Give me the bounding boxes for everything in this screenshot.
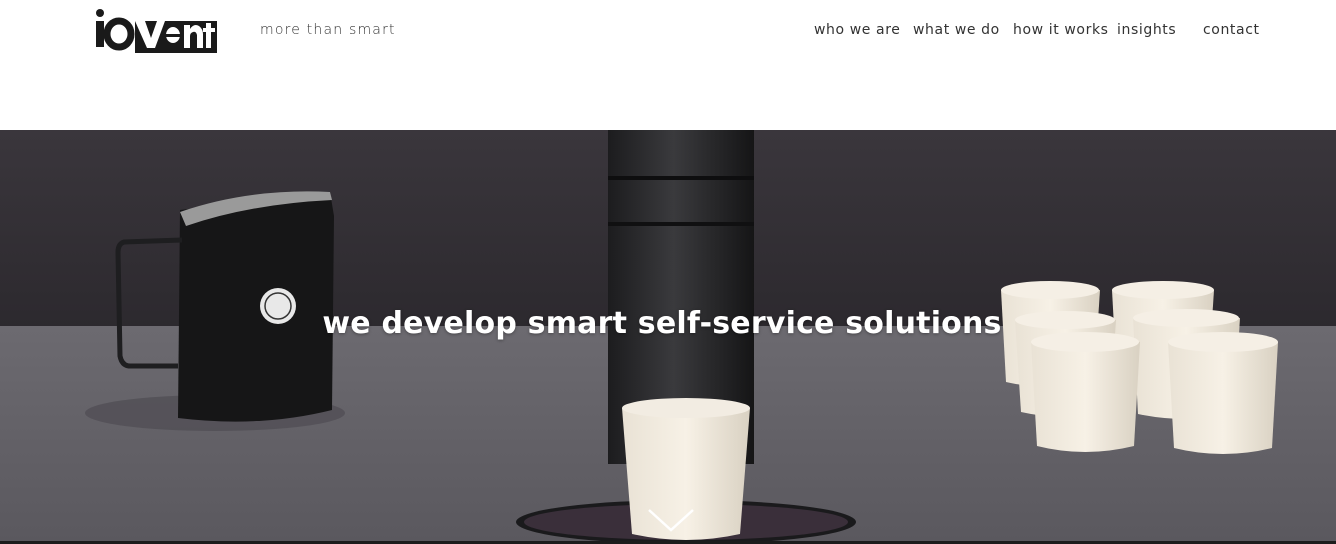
scroll-down-button[interactable] bbox=[646, 506, 696, 534]
nav-what-we-do[interactable]: what we do bbox=[913, 22, 1000, 38]
nav-insights[interactable]: insights bbox=[1117, 22, 1176, 38]
nav-how-it-works[interactable]: how it works bbox=[1013, 22, 1109, 38]
site-header: more than smart who we are what we do ho… bbox=[0, 0, 1336, 130]
hero-banner: we develop smart self-service solutions bbox=[0, 130, 1336, 544]
hero-headline: we develop smart self-service solutions bbox=[322, 306, 1002, 341]
logo[interactable] bbox=[95, 8, 217, 54]
nav-who-we-are[interactable]: who we are bbox=[814, 22, 901, 38]
tagline: more than smart bbox=[260, 22, 396, 38]
nav-contact[interactable]: contact bbox=[1203, 22, 1260, 38]
chevron-down-icon bbox=[648, 509, 694, 532]
